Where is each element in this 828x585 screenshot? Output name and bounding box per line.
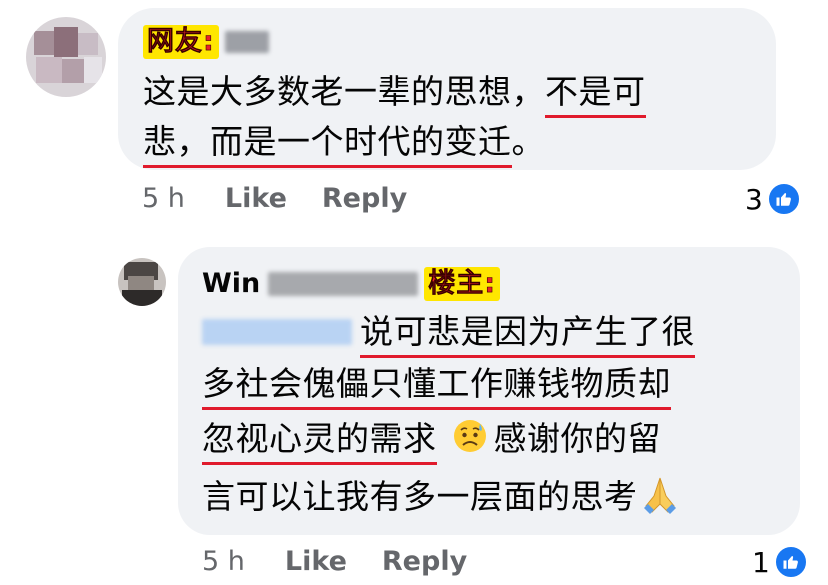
author-surname-blurred[interactable] [268,272,419,296]
author-tag: 楼主: [424,267,501,301]
reply-button[interactable]: Reply [382,546,467,577]
reaction-count[interactable]: 3 [745,182,801,216]
comment-text-line-2: 悲，而是一个时代的变迁。 [143,122,545,168]
reply-text-line-1: 说可悲是因为产生了很 [202,312,695,358]
sad-sweat-face-icon [452,418,488,463]
author-name[interactable]: Win [202,267,260,301]
reply-actions: 5 h Like Reply [202,546,502,577]
commenter-avatar-blurred[interactable] [26,17,106,97]
reply-text-line-2: 多社会傀儡只懂工作赚钱物质却 [202,364,671,410]
mentioned-user-blurred[interactable] [202,319,352,345]
commenter-tag: 网友: [143,25,219,59]
folded-hands-icon [640,474,680,523]
reply-text-line-4: 言可以让我有多一层面的思考 [202,474,680,523]
reply-button[interactable]: Reply [322,183,407,214]
timestamp[interactable]: 5 h [202,546,245,577]
reply-author-row: Win 楼主: [202,266,501,302]
reply-text-line-3: 忽视心灵的需求 感谢你的留 [202,418,661,465]
like-button[interactable]: Like [285,546,347,577]
author-avatar[interactable] [118,258,166,306]
timestamp[interactable]: 5 h [142,183,185,214]
like-button[interactable]: Like [225,183,287,214]
reaction-count[interactable]: 1 [752,545,808,579]
like-thumb-icon [773,545,808,579]
comment-actions: 5 h Like Reply [142,183,442,214]
comment-text-line-1: 这是大多数老一辈的思想，不是可 [143,72,646,118]
like-thumb-icon [766,182,801,216]
author-name-blurred[interactable] [224,31,269,53]
comment-author-row: 网友: [143,24,269,60]
